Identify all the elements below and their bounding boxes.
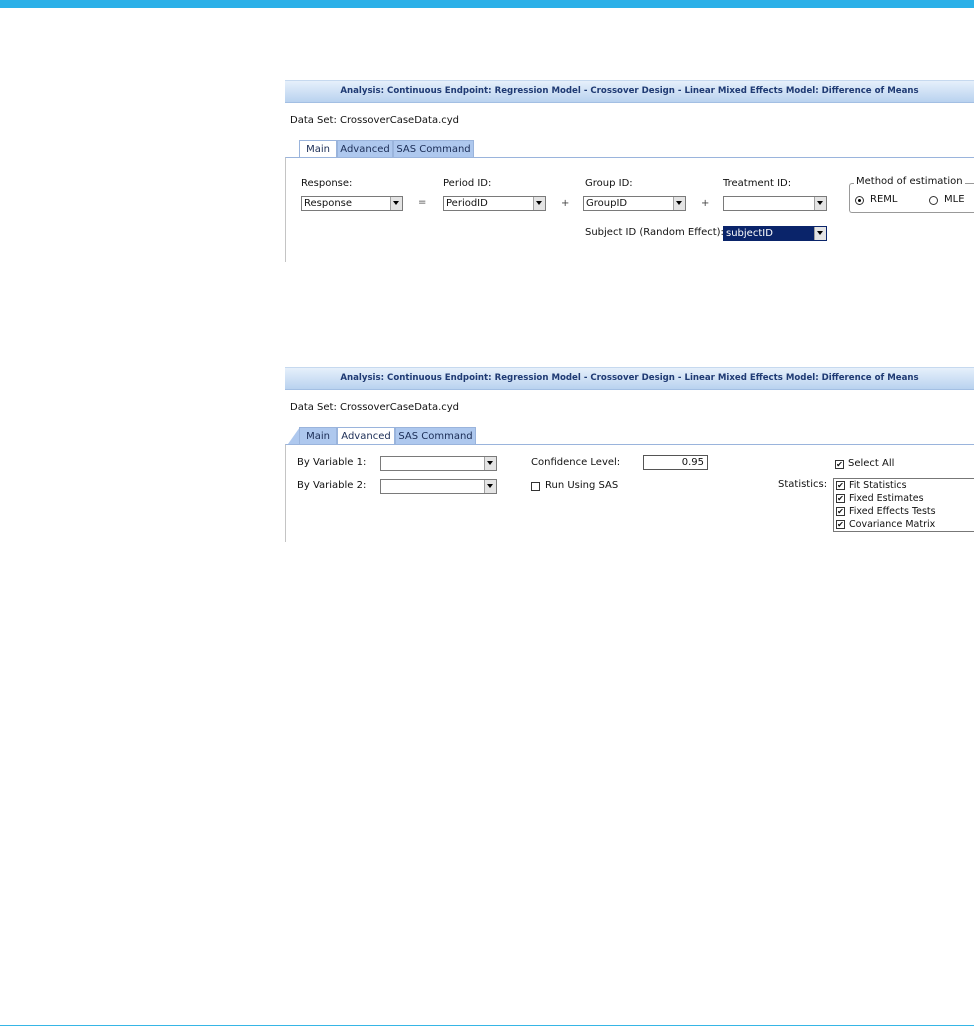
- select-all-checkbox[interactable]: ✔: [835, 460, 844, 469]
- chevron-down-icon[interactable]: [814, 197, 826, 210]
- reml-radio[interactable]: [855, 196, 864, 205]
- chevron-down-icon[interactable]: [484, 480, 496, 493]
- tab-content: Response: Period ID: Group ID: Treatment…: [285, 157, 974, 262]
- reml-label: REML: [870, 194, 898, 205]
- by-variable-1-select[interactable]: [380, 456, 497, 471]
- statistics-list[interactable]: ✔ Fit Statistics ✔ Fixed Estimates ✔ Fix…: [833, 478, 974, 532]
- mle-label: MLE: [944, 194, 965, 205]
- checkbox-icon[interactable]: ✔: [836, 494, 845, 503]
- tab-main[interactable]: Main: [299, 140, 337, 157]
- analysis-panel-advanced: Analysis: Continuous Endpoint: Regressio…: [285, 367, 974, 542]
- period-id-select[interactable]: PeriodID: [443, 196, 546, 211]
- chevron-down-icon[interactable]: [814, 227, 826, 240]
- period-id-value: PeriodID: [446, 198, 488, 209]
- confidence-level-input[interactable]: 0.95: [643, 455, 708, 470]
- mle-radio[interactable]: [929, 196, 938, 205]
- dataset-label: Data Set: CrossoverCaseData.cyd: [290, 115, 460, 126]
- chevron-down-icon[interactable]: [673, 197, 685, 210]
- checkbox-icon[interactable]: ✔: [836, 507, 845, 516]
- run-using-sas-label: Run Using SAS: [545, 480, 619, 491]
- group-id-label: Group ID:: [585, 178, 633, 189]
- checkbox-icon[interactable]: ✔: [836, 481, 845, 490]
- dataset-label: Data Set: CrossoverCaseData.cyd: [290, 402, 460, 413]
- statistic-label: Fit Statistics: [849, 480, 907, 491]
- by-variable-2-select[interactable]: [380, 479, 497, 494]
- chevron-down-icon[interactable]: [390, 197, 402, 210]
- tab-sas-command[interactable]: SAS Command: [393, 140, 474, 157]
- confidence-level-label: Confidence Level:: [531, 457, 621, 468]
- statistic-label: Fixed Estimates: [849, 493, 924, 504]
- tab-advanced[interactable]: Advanced: [337, 427, 395, 444]
- chevron-down-icon[interactable]: [533, 197, 545, 210]
- response-select[interactable]: Response: [301, 196, 403, 211]
- tab-advanced[interactable]: Advanced: [337, 140, 393, 157]
- subject-id-label: Subject ID (Random Effect):: [585, 227, 724, 238]
- treatment-id-label: Treatment ID:: [723, 178, 792, 189]
- by-variable-2-label: By Variable 2:: [297, 480, 367, 491]
- subject-id-value: subjectID: [726, 228, 773, 239]
- tab-content: By Variable 1: By Variable 2: Confidence…: [285, 444, 974, 542]
- treatment-id-select[interactable]: [723, 196, 827, 211]
- panel-title: Analysis: Continuous Endpoint: Regressio…: [285, 80, 974, 103]
- subject-id-select[interactable]: subjectID: [723, 226, 827, 241]
- chevron-down-icon[interactable]: [484, 457, 496, 470]
- plus-sign: +: [701, 198, 710, 209]
- statistic-label: Fixed Effects Tests: [849, 506, 936, 517]
- analysis-panel-main: Analysis: Continuous Endpoint: Regressio…: [285, 80, 974, 262]
- tab-sas-command[interactable]: SAS Command: [395, 427, 476, 444]
- statistic-label: Covariance Matrix: [849, 519, 936, 530]
- plus-sign: +: [561, 198, 570, 209]
- period-id-label: Period ID:: [443, 178, 492, 189]
- checkbox-icon[interactable]: ✔: [836, 520, 845, 529]
- equals-sign: =: [418, 197, 427, 208]
- method-of-estimation-legend: Method of estimation: [854, 176, 965, 187]
- response-label: Response:: [301, 178, 353, 189]
- tab-main[interactable]: Main: [299, 427, 337, 444]
- by-variable-1-label: By Variable 1:: [297, 457, 367, 468]
- select-all-label: Select All: [848, 458, 895, 469]
- top-accent-strip: [0, 0, 974, 8]
- statistics-label: Statistics:: [778, 479, 828, 490]
- group-id-select[interactable]: GroupID: [583, 196, 686, 211]
- response-value: Response: [304, 198, 353, 209]
- run-using-sas-checkbox[interactable]: [531, 482, 540, 491]
- panel-title: Analysis: Continuous Endpoint: Regressio…: [285, 367, 974, 390]
- bottom-rule: [0, 1025, 974, 1026]
- group-id-value: GroupID: [586, 198, 628, 209]
